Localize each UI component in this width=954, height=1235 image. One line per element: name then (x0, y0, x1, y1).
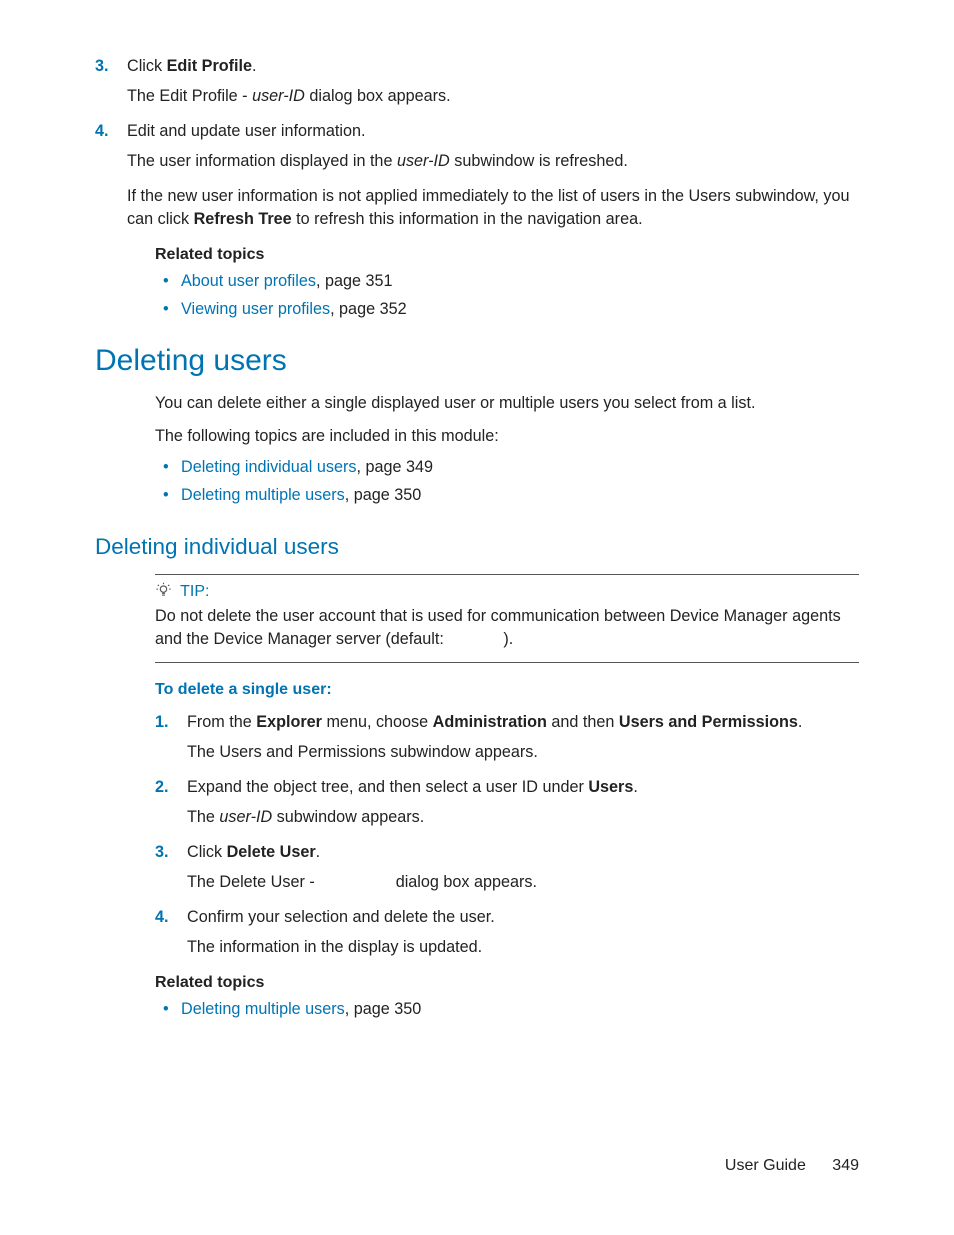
related-heading: Related topics (155, 246, 859, 264)
document-page: 3. Click Edit Profile. The Edit Profile … (0, 0, 954, 1235)
step-text: From the Explorer menu, choose Administr… (187, 711, 859, 734)
procedure-steps: 1. From the Explorer menu, choose Admini… (155, 711, 859, 960)
step-number: 3. (95, 55, 109, 78)
section-toc: Deleting individual users, page 349 Dele… (155, 456, 859, 508)
tip-label: TIP: (180, 583, 209, 600)
link-about-user-profiles[interactable]: About user profiles (181, 272, 316, 290)
intro-text: The following topics are included in thi… (155, 425, 859, 448)
link-viewing-user-profiles[interactable]: Viewing user profiles (181, 300, 330, 318)
step-result: The Delete User - dialog box appears. (187, 871, 859, 894)
related-list: Deleting multiple users, page 350 (155, 998, 859, 1021)
step-3: 3. Click Edit Profile. The Edit Profile … (95, 55, 859, 109)
step-number: 3. (155, 841, 169, 864)
page-footer: User Guide 349 (725, 1157, 859, 1175)
related-topics-1: Related topics About user profiles, page… (155, 246, 859, 322)
step-text: Confirm your selection and delete the us… (187, 906, 859, 929)
link-deleting-individual-users[interactable]: Deleting individual users (181, 458, 356, 476)
link-deleting-multiple-users[interactable]: Deleting multiple users (181, 486, 345, 504)
intro-text: You can delete either a single displayed… (155, 392, 859, 415)
link-deleting-multiple-users[interactable]: Deleting multiple users (181, 1000, 345, 1018)
step-result: The Users and Permissions subwindow appe… (187, 741, 859, 764)
procedure-delete-single-user: To delete a single user: 1. From the Exp… (155, 681, 859, 1021)
related-item: Deleting multiple users, page 350 (155, 998, 859, 1021)
footer-label: User Guide (725, 1157, 806, 1174)
step-text: Edit and update user information. (127, 120, 859, 143)
step-result: The information in the display is update… (187, 936, 859, 959)
step-result: The user information displayed in the us… (127, 150, 859, 173)
related-item: About user profiles, page 351 (155, 270, 859, 293)
step-1: 1. From the Explorer menu, choose Admini… (155, 711, 859, 765)
heading-deleting-individual-users: Deleting individual users (95, 534, 859, 560)
step-4b: 4. Confirm your selection and delete the… (155, 906, 859, 960)
step-2: 2. Expand the object tree, and then sele… (155, 776, 859, 830)
step-text: Click Edit Profile. (127, 55, 859, 78)
tip-body: Do not delete the user account that is u… (155, 605, 859, 652)
section-intro: You can delete either a single displayed… (155, 392, 859, 508)
steps-edit-profile: 3. Click Edit Profile. The Edit Profile … (95, 55, 859, 232)
step-3b: 3. Click Delete User. The Delete User - … (155, 841, 859, 895)
tip-box: TIP: Do not delete the user account that… (155, 574, 859, 663)
related-list: About user profiles, page 351 Viewing us… (155, 270, 859, 322)
lightbulb-icon (155, 582, 172, 599)
tip-heading: TIP: (155, 583, 859, 601)
step-text: Click Delete User. (187, 841, 859, 864)
page-number: 349 (832, 1157, 859, 1174)
step-number: 1. (155, 711, 169, 734)
step-text: Expand the object tree, and then select … (187, 776, 859, 799)
heading-deleting-users: Deleting users (95, 344, 859, 378)
procedure-title: To delete a single user: (155, 681, 859, 699)
related-item: Viewing user profiles, page 352 (155, 298, 859, 321)
step-number: 4. (95, 120, 109, 143)
toc-item: Deleting multiple users, page 350 (155, 484, 859, 507)
toc-item: Deleting individual users, page 349 (155, 456, 859, 479)
step-result: The user-ID subwindow appears. (187, 806, 859, 829)
step-extra: If the new user information is not appli… (127, 185, 859, 232)
step-number: 2. (155, 776, 169, 799)
step-number: 4. (155, 906, 169, 929)
related-heading: Related topics (155, 974, 859, 992)
step-4: 4. Edit and update user information. The… (95, 120, 859, 232)
step-result: The Edit Profile - user-ID dialog box ap… (127, 85, 859, 108)
